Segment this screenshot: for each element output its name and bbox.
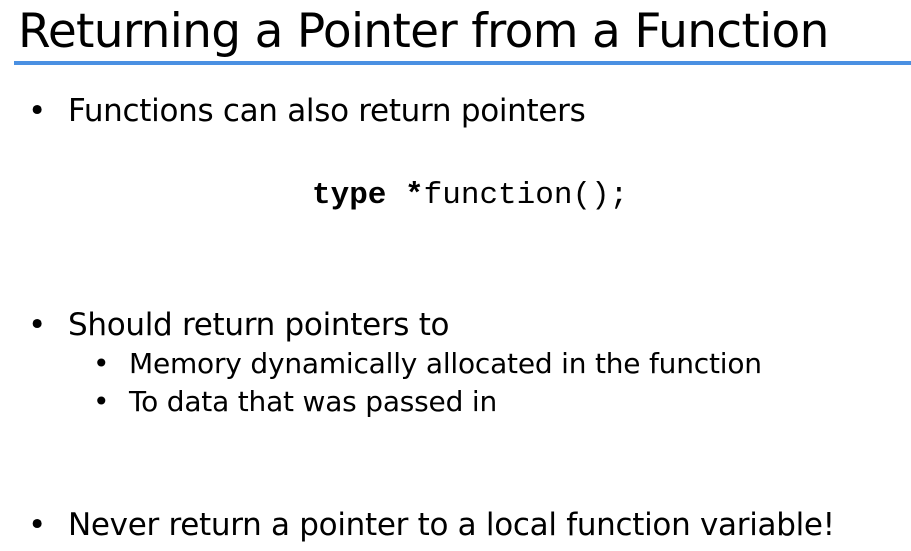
- sub-bullet-text: Memory dynamically allocated in the func…: [129, 347, 762, 380]
- title-underline: [14, 61, 911, 65]
- slide-title: Returning a Pointer from a Function: [18, 4, 829, 59]
- bullet-marker: •: [28, 507, 47, 543]
- bullet-marker: •: [28, 307, 47, 343]
- sub-bullet-text: To data that was passed in: [129, 385, 497, 418]
- bullet-text: Functions can also return pointers: [68, 93, 586, 129]
- code-snippet: type *function();: [312, 176, 628, 216]
- bullet-marker: •: [28, 93, 47, 129]
- code-keyword: type: [312, 178, 387, 213]
- sub-bullet-marker: •: [93, 347, 110, 380]
- bullet-text: Should return pointers to: [68, 307, 450, 343]
- bullet-text: Never return a pointer to a local functi…: [68, 507, 835, 543]
- code-function-call: function();: [423, 178, 629, 213]
- sub-bullet-marker: •: [93, 385, 110, 418]
- code-pointer-star: *: [386, 178, 424, 213]
